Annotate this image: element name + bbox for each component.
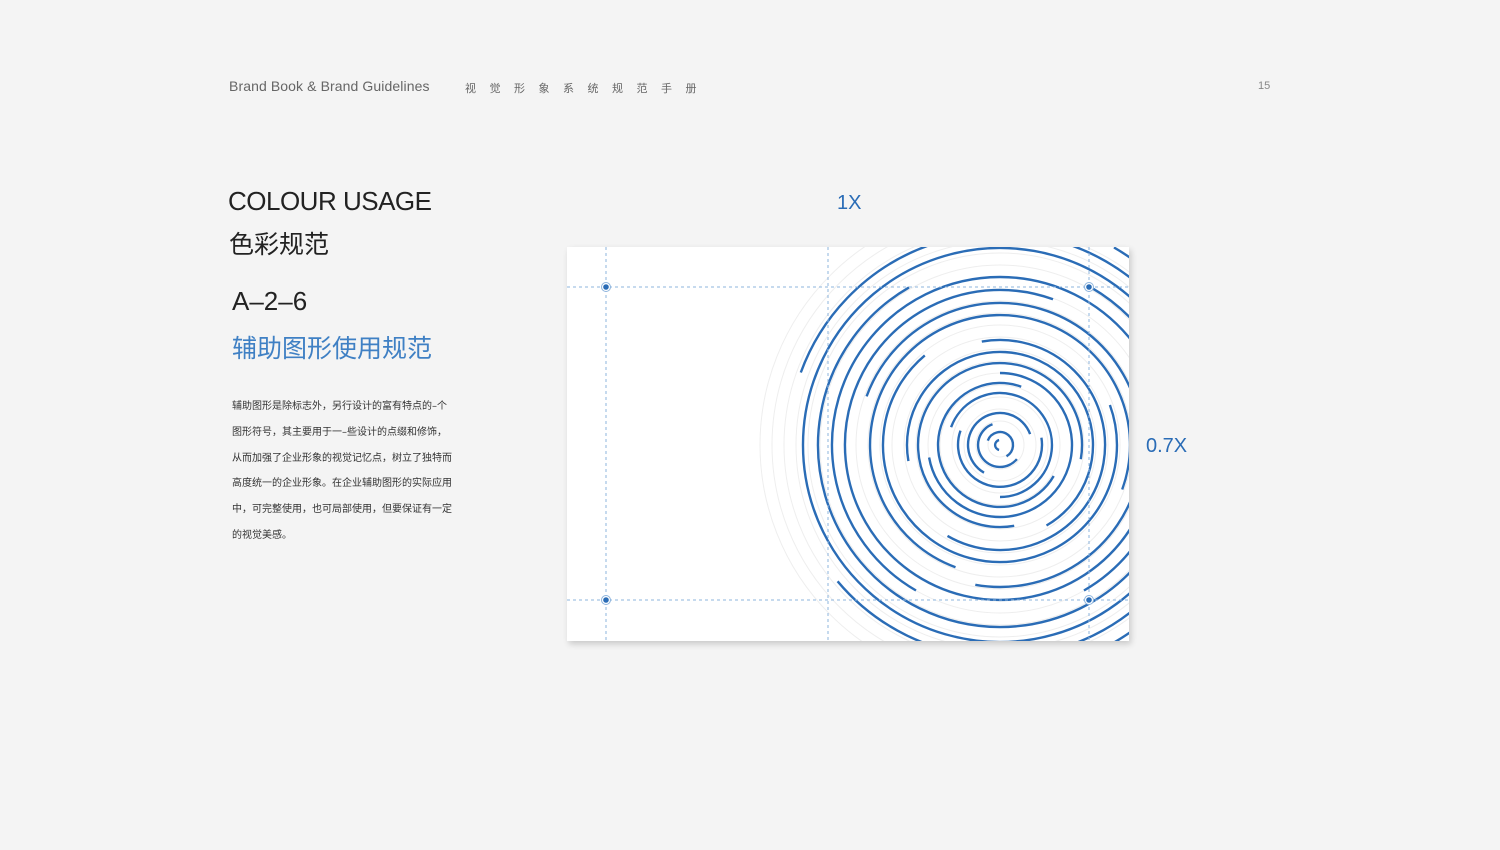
spiral-arc — [916, 361, 1084, 529]
faint-ring — [891, 336, 1109, 554]
faint-ring — [951, 396, 1049, 494]
description-line: 高度统一的企业形象。在企业辅助图形的实际应用 — [232, 478, 452, 490]
corner-markers — [601, 282, 1094, 605]
description-line: 辅助图形是除标志外，另行设计的富有特点的–个 — [232, 401, 447, 412]
page-number: 15 — [1258, 80, 1271, 92]
spiral-arc — [1113, 247, 1129, 641]
spiral-arc — [986, 430, 1015, 458]
corner-marker-dot — [603, 597, 609, 603]
auxiliary-graphic-card — [567, 247, 1129, 641]
description-line: 从而加强了企业形象的视觉记忆点，树立了独特而 — [232, 452, 452, 464]
section-title-cn: 色彩规范 — [229, 230, 330, 259]
faint-ring — [903, 348, 1097, 542]
section-code: A–2–6 — [232, 286, 308, 316]
faint-ring — [963, 408, 1037, 482]
faint-ring — [855, 300, 1129, 590]
faint-ring — [843, 288, 1129, 602]
header-cn-title: 视觉形象系统规范手册 — [465, 82, 710, 95]
corner-marker-dot — [1086, 597, 1092, 603]
description-line: 的视觉美感。 — [232, 529, 292, 541]
description-line: 中，可完整使用，也可局部使用，但要保证有一定 — [232, 504, 452, 516]
spiral-arc — [976, 423, 1018, 469]
spiral-arc — [905, 350, 1095, 527]
spiral-arc — [927, 371, 1074, 519]
description-text: 辅助图形是除标志外，另行设计的富有特点的–个 图形符号，其主要用于一–些设计的点… — [232, 394, 462, 549]
height-label: 0.7X — [1146, 435, 1188, 457]
corner-marker-dot — [603, 284, 609, 290]
corner-marker-dot — [1086, 284, 1092, 290]
auxiliary-graphic — [567, 247, 1129, 641]
description-line: 图形符号，其主要用于一–些设计的点缀和修饰， — [232, 426, 447, 438]
header-brand-title: Brand Book & Brand Guidelines — [229, 78, 430, 94]
width-label: 1X — [837, 192, 862, 214]
faint-ring — [975, 420, 1025, 470]
section-subtitle: 辅助图形使用规范 — [232, 334, 433, 363]
spiral-arc — [993, 438, 1000, 452]
section-title-en: COLOUR USAGE — [228, 186, 432, 216]
